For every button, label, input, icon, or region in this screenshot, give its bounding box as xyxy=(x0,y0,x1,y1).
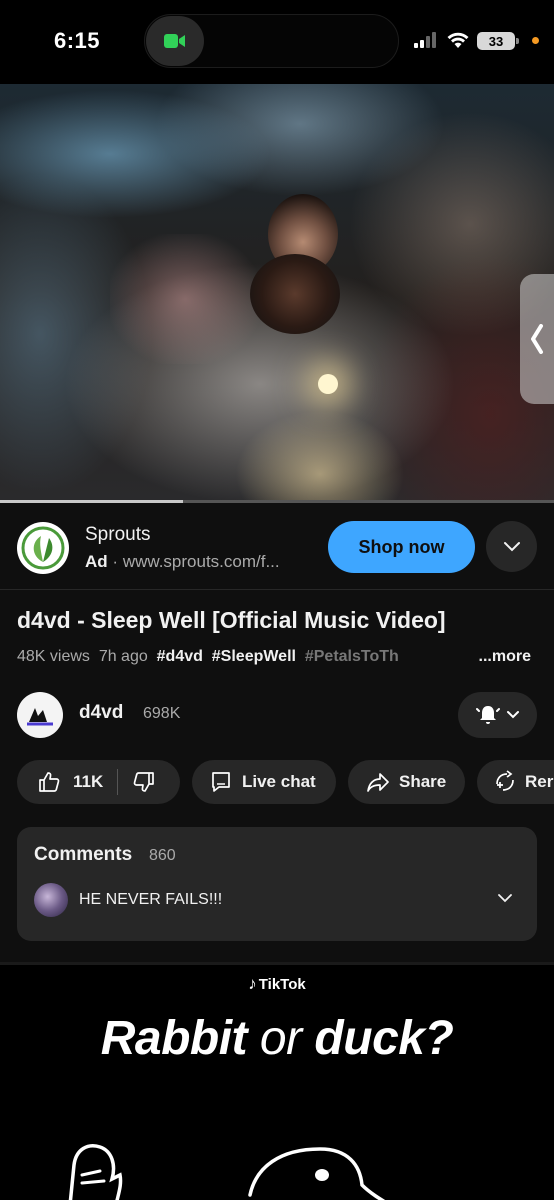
subscriber-count: 698K xyxy=(143,705,181,722)
channel-avatar[interactable] xyxy=(17,692,63,738)
cellular-signal-icon xyxy=(414,32,436,48)
tiktok-brand-label: TikTok xyxy=(258,976,306,993)
wifi-icon xyxy=(447,32,469,48)
chevron-left-icon xyxy=(531,324,543,354)
video-frame-detail xyxy=(110,234,260,364)
mic-in-use-indicator xyxy=(532,37,539,44)
side-panel-handle[interactable] xyxy=(520,274,554,404)
tiktok-logo-icon: ♪ xyxy=(248,974,257,993)
advertiser-name: Sprouts xyxy=(85,524,151,545)
video-meta[interactable]: 48K views 7h ago #d4vd #SleepWell #Petal… xyxy=(17,648,537,666)
like-count[interactable]: 11K xyxy=(73,772,103,792)
bell-ringing-icon xyxy=(475,706,500,724)
ad-url: www.sprouts.com/f... xyxy=(122,552,280,571)
top-comment-text: HE NEVER FAILS!!! xyxy=(79,891,223,908)
sprouts-leaf-icon xyxy=(21,526,65,570)
promo-ad[interactable]: ♪ TikTok Rabbit or duck? xyxy=(0,962,554,1200)
video-frame-detail xyxy=(318,374,338,394)
rabbit-duck-illustration xyxy=(68,1144,386,1200)
ad-label: Ad xyxy=(85,552,108,571)
remix-label: Rer xyxy=(525,772,554,791)
promo-headline-word: Rabbit xyxy=(100,1012,248,1065)
remix-icon xyxy=(496,770,514,791)
video-camera-icon xyxy=(164,34,185,48)
tiktok-brand: ♪ TikTok xyxy=(0,974,554,994)
hashtag[interactable]: #d4vd xyxy=(157,648,203,665)
video-frame-detail xyxy=(250,254,340,334)
remix-button[interactable]: Rer xyxy=(477,760,554,804)
more-description-link[interactable]: ...more xyxy=(458,648,531,666)
hashtag[interactable]: #PetalsToTh xyxy=(305,648,399,665)
status-time: 6:15 xyxy=(54,28,101,53)
comments-panel[interactable]: Comments 860 HE NEVER FAILS!!! xyxy=(17,827,537,941)
shop-now-button[interactable]: Shop now xyxy=(328,521,475,573)
chat-icon xyxy=(212,772,230,792)
share-button[interactable]: Share xyxy=(348,760,465,804)
thumbs-down-icon[interactable] xyxy=(132,770,156,794)
view-count: 48K views xyxy=(17,648,90,665)
divider xyxy=(0,589,554,590)
chevron-down-icon xyxy=(503,541,520,551)
comments-count: 860 xyxy=(149,847,176,864)
ad-banner[interactable]: Sprouts Ad · www.sprouts.com/f... Shop n… xyxy=(0,503,554,589)
like-dislike-group: 11K xyxy=(17,760,180,804)
notification-bell-button[interactable] xyxy=(458,692,537,738)
ad-expand-button[interactable] xyxy=(486,521,537,572)
facetime-indicator[interactable] xyxy=(146,16,204,66)
hashtag[interactable]: #SleepWell xyxy=(212,648,296,665)
video-title[interactable]: d4vd - Sleep Well [Official Music Video] xyxy=(17,607,446,634)
commenter-avatar xyxy=(34,883,68,917)
video-player[interactable] xyxy=(0,84,554,502)
share-label: Share xyxy=(399,772,447,791)
status-bar: 6:15 33 xyxy=(0,0,554,84)
thumbs-up-icon[interactable] xyxy=(37,770,61,794)
promo-headline: Rabbit or duck? xyxy=(0,1011,554,1066)
promo-headline-word: duck? xyxy=(314,1012,454,1065)
ad-subline: Ad · www.sprouts.com/f... xyxy=(85,552,280,572)
chevron-down-icon[interactable] xyxy=(497,893,513,903)
comments-heading: Comments xyxy=(34,844,133,865)
battery-indicator: 33 xyxy=(477,32,519,50)
channel-logo-icon xyxy=(27,708,53,726)
ad-separator: · xyxy=(112,552,119,571)
pill-separator xyxy=(117,769,119,795)
upload-age: 7h ago xyxy=(98,648,148,665)
live-chat-label: Live chat xyxy=(242,772,316,791)
sprouts-logo xyxy=(17,522,69,574)
promo-headline-word: or xyxy=(259,1012,302,1065)
share-arrow-icon xyxy=(367,773,389,792)
channel-name[interactable]: d4vd xyxy=(79,702,123,724)
live-chat-button[interactable]: Live chat xyxy=(192,760,336,804)
chevron-down-icon xyxy=(506,711,519,719)
